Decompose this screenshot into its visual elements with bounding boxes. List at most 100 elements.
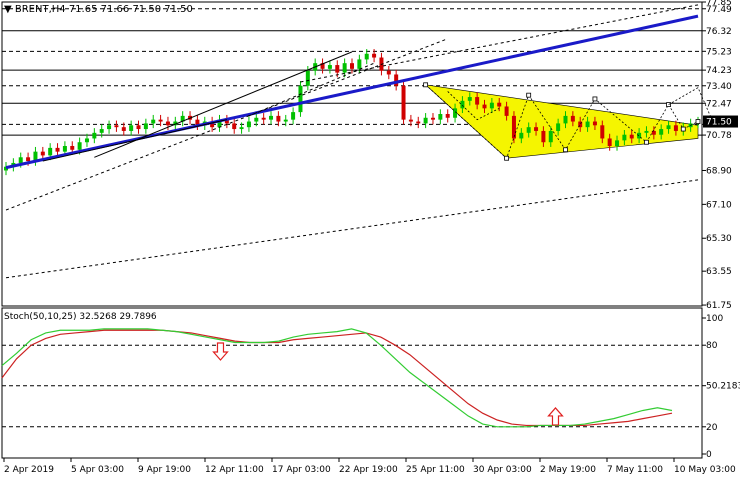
wave-marker xyxy=(504,155,509,161)
candle-body xyxy=(659,129,664,135)
x-tick-label: 17 Apr 03:00 xyxy=(272,465,331,475)
candle-body xyxy=(121,127,126,131)
candle-body xyxy=(327,65,332,69)
candle-body xyxy=(408,119,413,122)
candle-body xyxy=(254,117,259,122)
candle-body xyxy=(556,123,561,131)
y-tick-label: 63.55 xyxy=(706,267,732,277)
chart-canvas: 77.8577.4976.3275.2374.2373.4072.4771.35… xyxy=(1,0,740,475)
stoch-y-tick-label: 100 xyxy=(706,314,723,324)
stoch-y-tick-label: 0 xyxy=(706,450,712,460)
candle-body xyxy=(298,85,303,113)
x-tick-label: 5 Apr 03:00 xyxy=(71,465,124,475)
candle-body xyxy=(232,123,237,130)
trend-line xyxy=(94,51,353,158)
wave-marker xyxy=(695,119,701,124)
y-tick-label: 77.49 xyxy=(706,5,732,15)
stoch-signal-line xyxy=(1,329,673,427)
candle-body xyxy=(489,102,494,109)
candle-body xyxy=(40,151,45,156)
candle-body xyxy=(541,130,546,143)
candle-body xyxy=(372,53,377,58)
candle-body xyxy=(519,132,524,139)
triangle-pattern xyxy=(424,84,699,159)
main-panel-frame xyxy=(1,1,703,307)
wave-marker xyxy=(526,92,532,98)
wave-marker xyxy=(563,147,568,153)
y-tick-label: 67.10 xyxy=(706,200,732,210)
candle-body xyxy=(548,130,553,143)
arrow-up-icon xyxy=(547,407,564,426)
x-tick-label: 10 May 03:00 xyxy=(674,465,736,475)
candle-body xyxy=(504,106,509,116)
candle-body xyxy=(165,121,170,126)
candle-body xyxy=(534,127,539,131)
y-tick-label: 72.47 xyxy=(706,99,732,109)
candle-body xyxy=(511,115,516,139)
candle-body xyxy=(305,70,310,86)
y-tick-label: 75.23 xyxy=(706,47,732,57)
stoch-y-tick-label: 80 xyxy=(706,341,718,351)
stoch-main-line xyxy=(1,328,673,428)
candle-body xyxy=(276,115,281,122)
candle-body xyxy=(386,70,391,75)
candle-body xyxy=(585,121,590,128)
x-tick-label: 22 Apr 19:00 xyxy=(339,465,398,475)
candle-body xyxy=(673,125,678,131)
candle-body xyxy=(342,63,347,73)
candle-body xyxy=(423,117,428,124)
candle-body xyxy=(107,125,112,130)
candle-body xyxy=(239,127,244,130)
current-price-label: 71.50 xyxy=(706,118,732,128)
y-tick-label: 70.78 xyxy=(706,131,732,141)
candle-body xyxy=(291,112,296,120)
x-tick-label: 2 May 19:00 xyxy=(540,465,596,475)
candle-body xyxy=(269,115,274,120)
candle-body xyxy=(261,117,266,120)
candle-body xyxy=(48,147,53,156)
candle-body xyxy=(644,130,649,133)
candle-body xyxy=(629,134,634,139)
wave-marker xyxy=(644,139,649,145)
candle-body xyxy=(151,119,156,124)
wave-marker xyxy=(592,96,598,102)
candle-body xyxy=(246,121,251,128)
candle-body xyxy=(70,146,75,150)
x-tick-label: 25 Apr 11:00 xyxy=(406,465,465,475)
y-tick-label: 73.40 xyxy=(706,82,732,92)
candle-body xyxy=(592,121,597,126)
candle-body xyxy=(467,97,472,101)
y-tick-label: 61.75 xyxy=(706,301,732,311)
stoch-header: Stoch(50,10,25) 32.5268 29.7896 xyxy=(4,312,157,322)
candle-body xyxy=(114,125,119,128)
candle-body xyxy=(497,102,502,107)
candle-body xyxy=(607,138,612,146)
trend-line xyxy=(5,179,699,279)
candle-body xyxy=(666,125,671,130)
trend-line xyxy=(248,62,375,117)
candle-body xyxy=(401,85,406,120)
candle-body xyxy=(129,125,134,131)
y-tick-label: 68.90 xyxy=(706,166,732,176)
candle-body xyxy=(364,53,369,60)
candle-body xyxy=(460,100,465,109)
candle-body xyxy=(526,127,531,133)
candle-body xyxy=(475,97,480,105)
candle-body xyxy=(438,114,443,120)
candle-body xyxy=(92,132,97,139)
candle-body xyxy=(62,146,67,152)
candle-body xyxy=(445,114,450,118)
candle-body xyxy=(600,125,605,139)
candle-body xyxy=(77,142,82,150)
candle-body xyxy=(158,119,163,122)
candle-body xyxy=(394,74,399,86)
x-tick-label: 7 May 11:00 xyxy=(607,465,663,475)
candle-body xyxy=(563,115,568,124)
y-tick-label: 74.23 xyxy=(706,66,732,76)
candle-body xyxy=(357,59,362,69)
y-tick-label: 76.32 xyxy=(706,27,732,37)
trend-line xyxy=(42,119,227,162)
wave-marker xyxy=(423,82,429,88)
chart-root: 77.8577.4976.3275.2374.2373.4072.4771.35… xyxy=(0,0,740,480)
chart-header: ▼ BRENT,H4 71.65 71.66 71.50 71.50 xyxy=(4,4,193,15)
